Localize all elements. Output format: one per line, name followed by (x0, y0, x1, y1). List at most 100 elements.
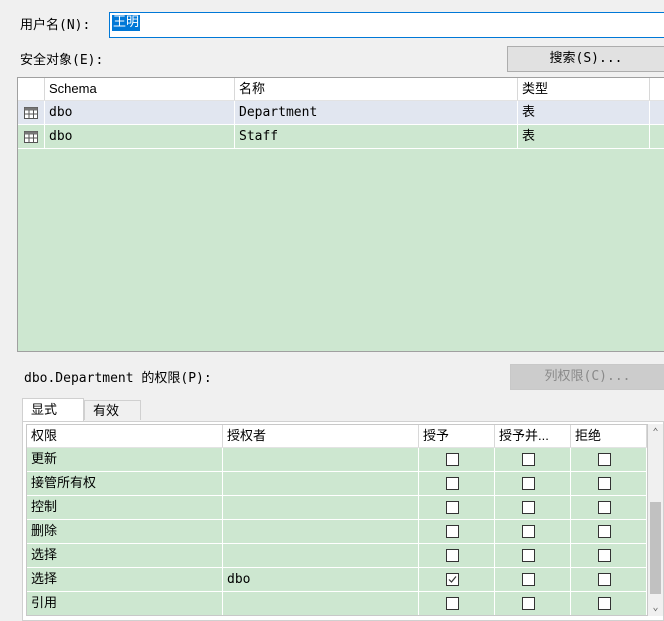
schema-cell: dbo (45, 125, 235, 148)
user-name-field[interactable]: 王明 (109, 12, 664, 38)
scroll-up-icon[interactable]: ⌃ (648, 424, 663, 441)
grant-checkbox-cell (419, 520, 495, 543)
with-grant-checkbox[interactable] (522, 597, 535, 610)
permission-name-cell: 选择 (27, 544, 223, 567)
deny-checkbox-cell (571, 544, 647, 567)
grantor-cell (223, 592, 419, 615)
scroll-thumb[interactable] (650, 502, 661, 594)
permission-name-cell: 更新 (27, 448, 223, 471)
header-type[interactable]: 类型 (518, 78, 650, 100)
permission-row[interactable]: 选择 (27, 544, 647, 568)
grant-checkbox-cell (419, 592, 495, 615)
deny-checkbox[interactable] (598, 477, 611, 490)
tab-panel: 权限 授权者 授予 授予并... 拒绝 更新 接管所有权 控制 删除 选择 选择 dbo 引用… (22, 421, 664, 621)
deny-checkbox-cell (571, 496, 647, 519)
name-cell: Staff (235, 125, 518, 148)
permissions-header: 权限 授权者 授予 授予并... 拒绝 (27, 425, 647, 448)
deny-checkbox[interactable] (598, 597, 611, 610)
vertical-scrollbar[interactable]: ⌃ ⌄ (648, 424, 663, 616)
grant-checkbox[interactable] (446, 573, 459, 586)
scroll-down-icon[interactable]: ⌄ (648, 599, 663, 616)
deny-checkbox-cell (571, 472, 647, 495)
header-schema[interactable]: Schema (45, 78, 235, 100)
securable-row[interactable]: dbo Department 表 (18, 101, 664, 125)
with-grant-checkbox[interactable] (522, 549, 535, 562)
schema-cell: dbo (45, 101, 235, 124)
search-button[interactable]: 搜索(S)... (507, 46, 664, 72)
securable-row[interactable]: dbo Staff 表 (18, 125, 664, 149)
type-cell: 表 (518, 101, 650, 124)
header-with-grant[interactable]: 授予并... (495, 425, 571, 447)
type-cell: 表 (518, 125, 650, 148)
grantor-cell (223, 520, 419, 543)
permission-row[interactable]: 引用 (27, 592, 647, 615)
table-icon (18, 125, 45, 148)
deny-checkbox[interactable] (598, 453, 611, 466)
grantor-cell (223, 448, 419, 471)
header-grantor[interactable]: 授权者 (223, 425, 419, 447)
permissions-label: dbo.Department 的权限(P): (24, 371, 212, 386)
with-grant-checkbox-cell (495, 592, 571, 615)
permission-name-cell: 控制 (27, 496, 223, 519)
grant-checkbox[interactable] (446, 525, 459, 538)
deny-checkbox-cell (571, 568, 647, 591)
grantor-cell: dbo (223, 568, 419, 591)
permission-tabs: 显式 有效 (22, 398, 664, 422)
permission-row[interactable]: 控制 (27, 496, 647, 520)
with-grant-checkbox[interactable] (522, 501, 535, 514)
grantor-cell (223, 472, 419, 495)
with-grant-checkbox-cell (495, 448, 571, 471)
with-grant-checkbox-cell (495, 496, 571, 519)
deny-checkbox[interactable] (598, 501, 611, 514)
permission-row[interactable]: 删除 (27, 520, 647, 544)
grantor-cell (223, 496, 419, 519)
deny-checkbox[interactable] (598, 573, 611, 586)
grant-checkbox[interactable] (446, 597, 459, 610)
with-grant-checkbox-cell (495, 520, 571, 543)
header-name[interactable]: 名称 (235, 78, 518, 100)
securables-header: Schema 名称 类型 (18, 78, 664, 101)
grant-checkbox[interactable] (446, 477, 459, 490)
grant-checkbox-cell (419, 544, 495, 567)
header-grant[interactable]: 授予 (419, 425, 495, 447)
grantor-cell (223, 544, 419, 567)
with-grant-checkbox[interactable] (522, 573, 535, 586)
permission-name-cell: 删除 (27, 520, 223, 543)
grant-checkbox-cell (419, 496, 495, 519)
permission-row[interactable]: 接管所有权 (27, 472, 647, 496)
grant-checkbox-cell (419, 568, 495, 591)
grant-checkbox-cell (419, 472, 495, 495)
permission-name-cell: 接管所有权 (27, 472, 223, 495)
with-grant-checkbox-cell (495, 568, 571, 591)
with-grant-checkbox[interactable] (522, 525, 535, 538)
permissions-grid[interactable]: 权限 授权者 授予 授予并... 拒绝 更新 接管所有权 控制 删除 选择 选择 dbo 引用 (26, 424, 648, 616)
with-grant-checkbox-cell (495, 544, 571, 567)
permission-row[interactable]: 更新 (27, 448, 647, 472)
grant-checkbox[interactable] (446, 453, 459, 466)
permission-row[interactable]: 选择 dbo (27, 568, 647, 592)
deny-checkbox-cell (571, 520, 647, 543)
user-name-value: 王明 (112, 15, 141, 31)
deny-checkbox[interactable] (598, 525, 611, 538)
header-permission[interactable]: 权限 (27, 425, 223, 447)
with-grant-checkbox[interactable] (522, 477, 535, 490)
user-label: 用户名(N): (20, 18, 91, 33)
securables-grid[interactable]: Schema 名称 类型 dbo Department 表 dbo Staff … (17, 77, 664, 352)
name-cell: Department (235, 101, 518, 124)
header-icon-col (18, 78, 45, 100)
deny-checkbox[interactable] (598, 549, 611, 562)
deny-checkbox-cell (571, 592, 647, 615)
securables-label: 安全对象(E): (20, 53, 104, 68)
permission-name-cell: 选择 (27, 568, 223, 591)
grant-checkbox[interactable] (446, 501, 459, 514)
tab-effective[interactable]: 有效 (84, 400, 141, 420)
table-icon (18, 101, 45, 124)
tab-explicit[interactable]: 显式 (22, 398, 84, 422)
with-grant-checkbox-cell (495, 472, 571, 495)
header-deny[interactable]: 拒绝 (571, 425, 647, 447)
permission-name-cell: 引用 (27, 592, 223, 615)
with-grant-checkbox[interactable] (522, 453, 535, 466)
grant-checkbox[interactable] (446, 549, 459, 562)
column-permissions-button[interactable]: 列权限(C)... (510, 364, 664, 390)
deny-checkbox-cell (571, 448, 647, 471)
